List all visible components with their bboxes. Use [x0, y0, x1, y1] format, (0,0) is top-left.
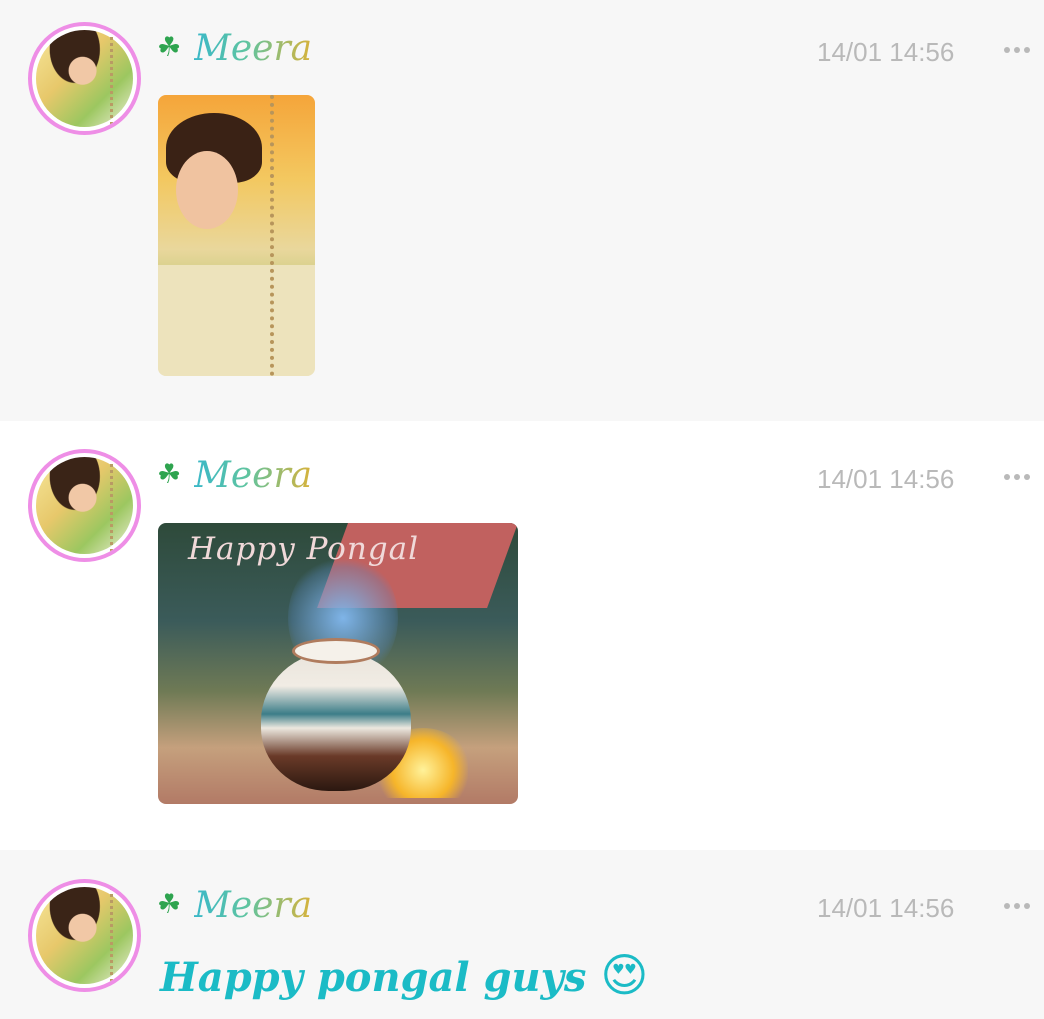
clover-icon: ☘	[157, 459, 182, 490]
message-text-content: Happy pongal guys	[160, 954, 587, 1001]
message-item: ☘ Meera 14/01 14:56 Happy Pongal	[0, 421, 1044, 850]
message-item: ☘ Meera 14/01 14:56	[0, 0, 1044, 421]
message-item: ☘ Meera 14/01 14:56 Happy pongal guys 😍	[0, 850, 1044, 1019]
avatar[interactable]	[28, 22, 141, 135]
message-timestamp: 14/01 14:56	[817, 37, 955, 67]
avatar[interactable]	[28, 879, 141, 992]
more-options-icon[interactable]	[1004, 903, 1032, 911]
image-caption: Happy Pongal	[188, 531, 420, 567]
message-timestamp: 14/01 14:56	[817, 464, 955, 494]
sender-name[interactable]: Meera	[194, 888, 312, 924]
sender-name[interactable]: Meera	[194, 458, 312, 494]
avatar[interactable]	[28, 449, 141, 562]
sender-name[interactable]: Meera	[194, 31, 312, 67]
message-timestamp: 14/01 14:56	[817, 893, 955, 923]
clover-icon: ☘	[157, 32, 182, 63]
heart-eyes-emoji: 😍	[600, 948, 649, 1002]
message-text: Happy pongal guys 😍	[160, 948, 648, 1002]
more-options-icon[interactable]	[1004, 47, 1032, 55]
clover-icon: ☘	[157, 889, 182, 920]
more-options-icon[interactable]	[1004, 474, 1032, 482]
image-attachment[interactable]: Happy Pongal	[158, 523, 518, 804]
image-attachment[interactable]	[158, 95, 315, 376]
